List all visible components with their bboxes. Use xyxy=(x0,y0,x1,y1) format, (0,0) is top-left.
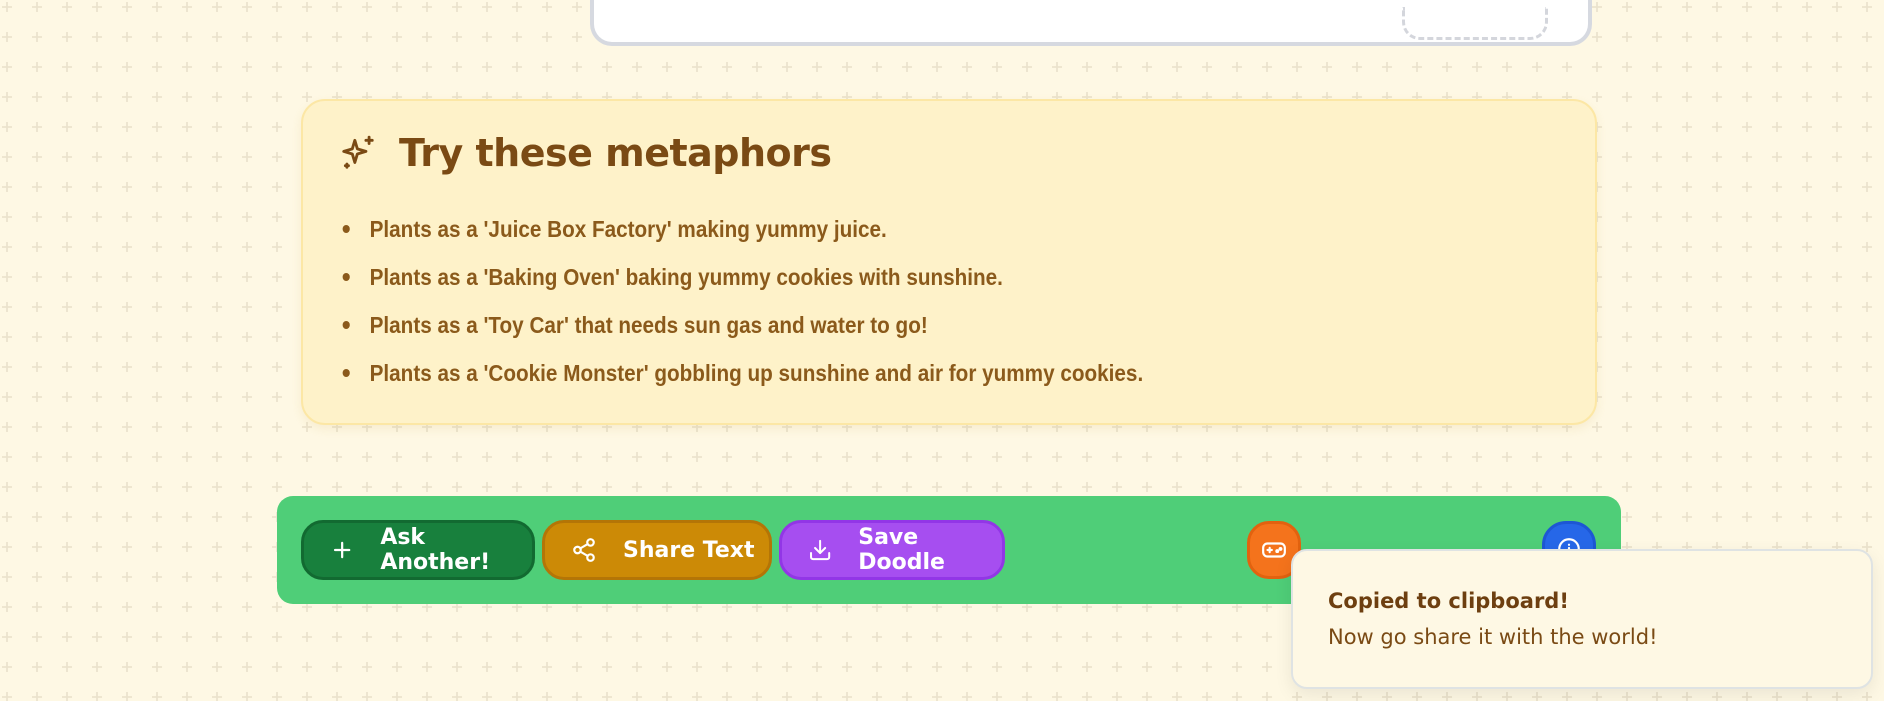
metaphor-text: Plants as a 'Toy Car' that needs sun gas… xyxy=(369,312,928,338)
bullet-dot xyxy=(342,321,350,329)
download-icon xyxy=(810,539,831,561)
ask-another-label: Ask Another! xyxy=(380,525,491,575)
clipboard-toast: Copied to clipboard! Now go share it wit… xyxy=(1291,549,1873,689)
dashed-placeholder xyxy=(1402,7,1548,40)
metaphor-text: Plants as a 'Juice Box Factory' making y… xyxy=(369,216,887,242)
metaphor-item: Plants as a 'Cookie Monster' gobbling up… xyxy=(339,349,1143,397)
save-doodle-button[interactable]: Save Doodle xyxy=(779,520,1005,580)
metaphor-item: Plants as a 'Juice Box Factory' making y… xyxy=(339,205,1143,253)
bullet-dot xyxy=(342,369,350,377)
toast-title: Copied to clipboard! xyxy=(1328,589,1569,613)
metaphor-text: Plants as a 'Cookie Monster' gobbling up… xyxy=(369,360,1144,386)
metaphors-card: Try these metaphors Plants as a 'Juice B… xyxy=(301,99,1597,425)
ask-another-button[interactable]: Ask Another! xyxy=(301,520,535,580)
share-text-button[interactable]: Share Text xyxy=(542,520,772,580)
bullet-dot xyxy=(342,225,350,233)
metaphor-item: Plants as a 'Baking Oven' baking yummy c… xyxy=(339,253,1143,301)
metaphor-text: Plants as a 'Baking Oven' baking yummy c… xyxy=(369,264,1003,290)
metaphors-header: Try these metaphors xyxy=(339,131,832,175)
share-icon xyxy=(573,538,595,562)
gamepad-icon xyxy=(1262,542,1286,558)
save-doodle-label: Save Doodle xyxy=(858,525,945,575)
share-text-label: Share Text xyxy=(623,537,755,563)
toast-message: Now go share it with the world! xyxy=(1328,625,1658,649)
bullet-dot xyxy=(342,273,350,281)
sparkles-icon xyxy=(342,135,374,169)
metaphors-title: Try these metaphors xyxy=(399,131,832,175)
metaphors-list: Plants as a 'Juice Box Factory' making y… xyxy=(339,205,1233,397)
doodle-canvas-card xyxy=(590,0,1592,46)
plus-icon xyxy=(333,541,351,559)
metaphor-item: Plants as a 'Toy Car' that needs sun gas… xyxy=(339,301,1143,349)
